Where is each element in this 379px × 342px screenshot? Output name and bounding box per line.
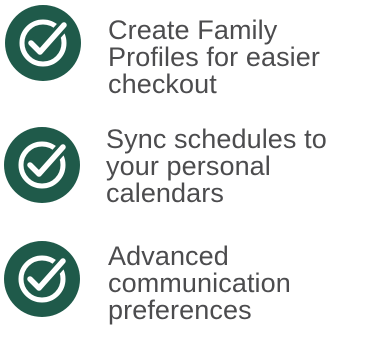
check-circle-icon xyxy=(2,239,82,319)
feature-label-line: your personal xyxy=(106,151,271,181)
feature-label-line: calendars xyxy=(106,178,224,208)
feature-list: Create Family Profiles for easier checko… xyxy=(0,0,379,342)
feature-label-line: preferences xyxy=(108,295,252,325)
feature-label-line: Advanced xyxy=(108,241,229,271)
feature-label-line: communication xyxy=(108,268,291,298)
check-circle-icon xyxy=(3,3,83,83)
feature-label: Advanced communication preferences xyxy=(108,243,375,324)
feature-label-line: Create Family xyxy=(108,15,278,45)
feature-label: Sync schedules to your personal calendar… xyxy=(106,126,375,207)
feature-label-line: Sync schedules to xyxy=(106,124,327,154)
feature-label-line: checkout xyxy=(108,69,217,99)
check-circle-icon xyxy=(2,125,82,205)
feature-label-line: Profiles for easier xyxy=(108,42,320,72)
feature-label: Create Family Profiles for easier checko… xyxy=(108,17,375,98)
